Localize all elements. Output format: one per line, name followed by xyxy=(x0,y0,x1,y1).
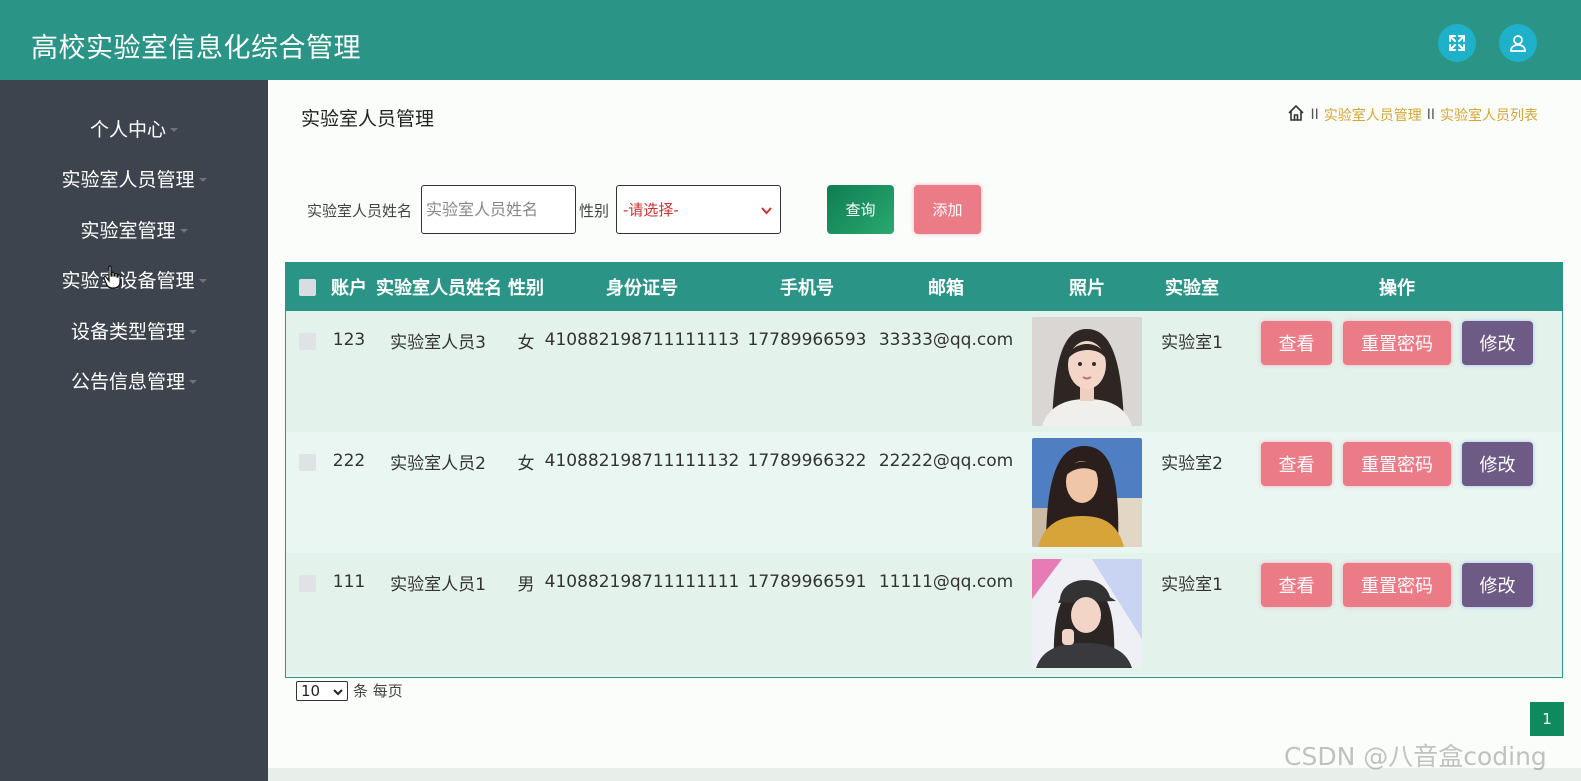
user-icon[interactable] xyxy=(1499,24,1537,62)
edit-button[interactable]: 修改 xyxy=(1462,321,1533,365)
row-checkbox[interactable] xyxy=(299,454,316,471)
gender-label: 性别 xyxy=(579,202,610,220)
page-size-select[interactable]: 10 xyxy=(296,680,348,701)
row-checkbox[interactable] xyxy=(299,333,316,350)
cell-phone: 17789966591 xyxy=(747,572,867,592)
sidebar-item-label: 公告信息管理 xyxy=(70,370,185,393)
table-row: 222 实验室人员2 女 410882198711111132 17789966… xyxy=(286,432,1562,553)
cell-account: 222 xyxy=(332,451,366,471)
page-number-button[interactable]: 1 xyxy=(1530,702,1564,736)
cell-id-number: 410882198711111132 xyxy=(544,451,740,471)
sidebar-item-label: 实验室人员管理 xyxy=(61,168,195,191)
column-header-account: 账户 xyxy=(331,278,367,299)
caret-down-icon xyxy=(189,380,197,384)
cell-phone: 17789966322 xyxy=(747,451,867,471)
page-size-control: 10 条 每页 xyxy=(296,680,403,701)
cell-gender: 女 xyxy=(517,332,535,353)
page-title: 实验室人员管理 xyxy=(301,108,435,130)
staff-table: 账户 实验室人员姓名 性别 身份证号 手机号 邮箱 照片 实验室 操作 123 … xyxy=(285,262,1563,678)
cell-email: 11111@qq.com xyxy=(878,572,1014,592)
query-button[interactable]: 查询 xyxy=(827,185,894,234)
sidebar-item-label: 个人中心 xyxy=(89,118,166,141)
sidebar-item-label: 实验室管理 xyxy=(80,219,176,242)
column-header-gender: 性别 xyxy=(508,278,544,299)
breadcrumb-item-staff-list[interactable]: 实验室人员列表 xyxy=(1440,105,1538,125)
staff-photo xyxy=(1032,438,1142,547)
reset-password-button[interactable]: 重置密码 xyxy=(1343,563,1451,607)
caret-down-icon xyxy=(189,330,197,334)
table-row: 111 实验室人员1 男 410882198711111111 17789966… xyxy=(286,553,1562,674)
cell-account: 111 xyxy=(332,572,366,592)
hand-cursor-icon xyxy=(103,265,123,294)
column-header-lab: 实验室 xyxy=(1165,278,1219,299)
reset-password-button[interactable]: 重置密码 xyxy=(1343,442,1451,486)
row-checkbox[interactable] xyxy=(299,575,316,592)
cell-lab: 实验室1 xyxy=(1161,574,1223,595)
sidebar-item-equipment-type[interactable]: 设备类型管理 xyxy=(0,315,268,345)
cell-gender: 男 xyxy=(517,574,535,595)
sidebar-item-label: 实验室设备管理 xyxy=(61,269,195,292)
cell-email: 33333@qq.com xyxy=(878,330,1014,350)
gender-select[interactable]: -请选择- xyxy=(616,185,781,234)
name-search-label: 实验室人员姓名 xyxy=(307,202,413,220)
chevron-down-icon xyxy=(333,682,343,700)
cell-lab: 实验室2 xyxy=(1161,453,1223,474)
edit-button[interactable]: 修改 xyxy=(1462,563,1533,607)
sidebar-item-lab-equipment[interactable]: 实验室设备管理 xyxy=(0,264,268,294)
table-header: 账户 实验室人员姓名 性别 身份证号 手机号 邮箱 照片 实验室 操作 xyxy=(286,263,1562,311)
caret-down-icon xyxy=(198,279,207,283)
gender-selected-value: -请选择- xyxy=(623,201,679,219)
name-search-input[interactable] xyxy=(421,185,576,234)
app-title: 高校实验室信息化综合管理 xyxy=(31,33,361,64)
reset-password-button[interactable]: 重置密码 xyxy=(1343,321,1451,365)
cell-account: 123 xyxy=(332,330,366,350)
cell-email: 22222@qq.com xyxy=(878,451,1014,471)
breadcrumb-separator: II xyxy=(1310,107,1319,123)
sidebar: 个人中心 实验室人员管理 实验室管理 实验室设备管理 设备类型管理 公告信息管理 xyxy=(0,80,268,781)
staff-photo xyxy=(1032,317,1142,426)
top-bar: 高校实验室信息化综合管理 xyxy=(0,0,1581,80)
view-button[interactable]: 查看 xyxy=(1261,321,1332,365)
cell-id-number: 410882198711111113 xyxy=(544,330,740,350)
add-button[interactable]: 添加 xyxy=(914,185,981,234)
page-size-value: 10 xyxy=(301,681,321,700)
column-header-photo: 照片 xyxy=(1069,278,1105,299)
column-header-email: 邮箱 xyxy=(928,278,964,299)
cell-name: 实验室人员1 xyxy=(390,574,486,595)
view-button[interactable]: 查看 xyxy=(1261,563,1332,607)
sidebar-item-announcement[interactable]: 公告信息管理 xyxy=(0,365,268,395)
caret-down-icon xyxy=(179,229,188,233)
caret-down-icon xyxy=(170,128,178,132)
column-header-actions: 操作 xyxy=(1379,278,1415,299)
select-all-checkbox[interactable] xyxy=(299,279,316,296)
breadcrumb: II 实验室人员管理 II 实验室人员列表 xyxy=(1287,104,1538,126)
breadcrumb-separator: II xyxy=(1426,107,1435,123)
caret-down-icon xyxy=(198,178,207,182)
edit-button[interactable]: 修改 xyxy=(1462,442,1533,486)
column-header-id-number: 身份证号 xyxy=(606,278,678,299)
chevron-down-icon xyxy=(761,201,772,219)
per-page-text: 条 每页 xyxy=(353,682,403,700)
home-icon[interactable] xyxy=(1287,104,1305,126)
sidebar-item-lab[interactable]: 实验室管理 xyxy=(0,214,268,244)
cell-name: 实验室人员2 xyxy=(390,453,486,474)
cell-lab: 实验室1 xyxy=(1161,332,1223,353)
view-button[interactable]: 查看 xyxy=(1261,442,1332,486)
staff-photo xyxy=(1032,559,1142,668)
table-row: 123 实验室人员3 女 410882198711111113 17789966… xyxy=(286,311,1562,432)
cell-id-number: 410882198711111111 xyxy=(544,572,740,592)
sidebar-item-lab-staff[interactable]: 实验室人员管理 xyxy=(0,163,268,193)
expand-icon[interactable] xyxy=(1438,24,1476,62)
sidebar-item-label: 设备类型管理 xyxy=(70,320,185,343)
cell-name: 实验室人员3 xyxy=(390,332,486,353)
breadcrumb-item-staff-management[interactable]: 实验室人员管理 xyxy=(1324,105,1422,125)
cell-phone: 17789966593 xyxy=(747,330,867,350)
column-header-phone: 手机号 xyxy=(780,278,834,299)
watermark: CSDN @八音盒coding xyxy=(1284,742,1547,771)
sidebar-item-personal-center[interactable]: 个人中心 xyxy=(0,113,268,143)
cell-gender: 女 xyxy=(517,453,535,474)
column-header-name: 实验室人员姓名 xyxy=(376,278,502,299)
